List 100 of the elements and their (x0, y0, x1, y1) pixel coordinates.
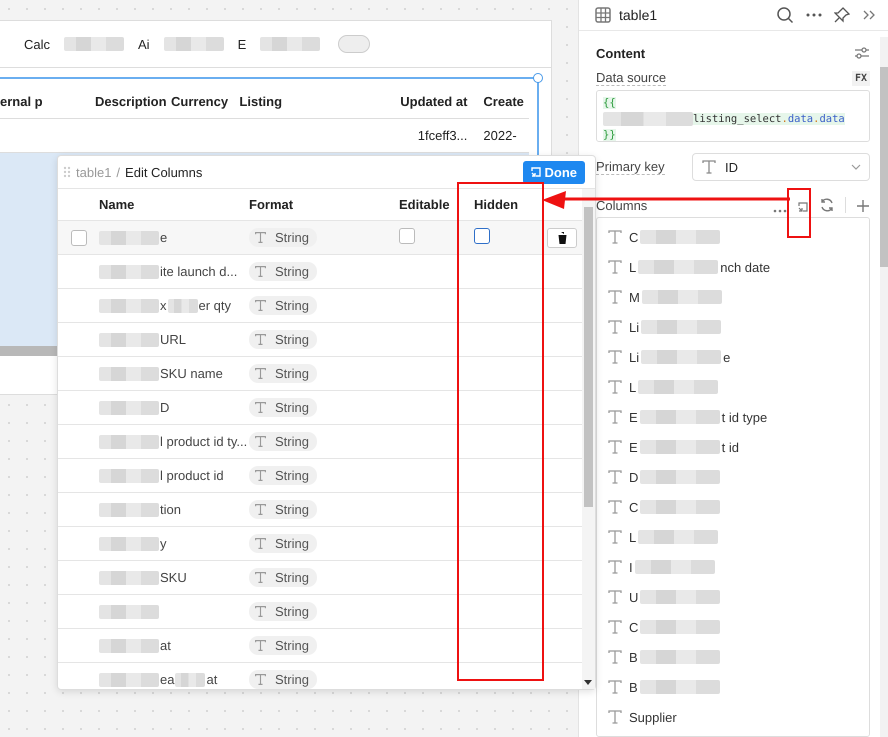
column-header: Format (249, 197, 294, 212)
refresh-icon[interactable] (819, 197, 835, 213)
column-name[interactable]: Supplier (629, 710, 677, 724)
scroll-down-icon[interactable] (584, 680, 592, 685)
column-name: l product id (160, 468, 224, 483)
column-name: D (160, 400, 170, 415)
scrollbar[interactable] (880, 37, 888, 737)
column-name[interactable]: Li (629, 350, 640, 364)
column-name[interactable]: C (629, 500, 638, 514)
text-type-icon (607, 709, 623, 725)
redacted-text (99, 604, 159, 618)
column-name[interactable]: nch date (720, 260, 770, 274)
hidden-checkbox[interactable] (474, 228, 490, 244)
redacted-text (99, 638, 159, 652)
text-type-icon (607, 469, 623, 485)
column-name[interactable]: D (629, 470, 638, 484)
format-tag[interactable]: String (249, 670, 317, 689)
column-name[interactable]: M (629, 290, 640, 304)
format-tag[interactable]: String (249, 500, 317, 519)
hovered-row[interactable]: e String (58, 221, 582, 255)
search-icon[interactable] (776, 6, 794, 24)
format-tag[interactable]: String (249, 534, 317, 553)
scrollbar[interactable] (0, 346, 60, 356)
column-name: x (160, 298, 166, 313)
redacted-text (99, 400, 159, 414)
column-name[interactable]: B (629, 650, 638, 664)
edit-columns-icon[interactable] (797, 201, 809, 213)
column-header: Name (99, 197, 136, 212)
editable-checkbox[interactable] (399, 228, 415, 244)
format-tag[interactable]: String (249, 228, 317, 247)
redacted-text (99, 264, 159, 278)
redacted-text (99, 502, 159, 516)
delete-button[interactable] (547, 228, 577, 248)
column-header: Hidden (474, 197, 520, 212)
redacted-text (99, 468, 159, 482)
text-type-icon (607, 649, 623, 665)
column-name[interactable]: L (629, 530, 636, 544)
text-type-icon (254, 639, 267, 652)
format-tag[interactable]: String (249, 330, 317, 349)
column-name[interactable]: I (629, 560, 633, 574)
column-name[interactable]: C (629, 230, 638, 244)
done-button[interactable]: Done (522, 160, 585, 184)
column-header: ernal p (0, 94, 44, 109)
section-title: Content (596, 46, 646, 60)
text-type-icon (607, 289, 623, 305)
format-tag[interactable]: String (249, 466, 317, 485)
drag-handle-icon[interactable] (63, 166, 71, 178)
redacted-text (168, 298, 198, 312)
redacted-text (99, 434, 159, 448)
field-label: Columns (596, 198, 648, 213)
column-name[interactable]: E (629, 410, 638, 424)
format-tag[interactable]: String (249, 568, 317, 587)
format-tag[interactable]: String (249, 602, 317, 621)
column-name[interactable]: t id (722, 440, 740, 454)
column-name[interactable]: B (629, 680, 638, 694)
column-name: ite launch d... (160, 264, 238, 279)
column-name: SKU name (160, 366, 223, 381)
table-cell-text: 1fceff3... (416, 128, 468, 143)
code-editor[interactable]: {{ listing_select.data.data }} (596, 90, 870, 142)
more-icon[interactable] (773, 209, 787, 213)
row-checkbox[interactable] (70, 230, 86, 246)
text-type-icon (607, 259, 623, 275)
scrollbar[interactable] (582, 189, 595, 689)
format-tag[interactable]: String (249, 398, 317, 417)
format-tag[interactable]: String (249, 364, 317, 383)
collapse-icon[interactable] (862, 9, 876, 21)
dialog-title: Edit Columns (125, 164, 202, 180)
pin-icon[interactable] (834, 7, 850, 23)
column-name: tion (160, 502, 181, 517)
text-type-icon (607, 229, 623, 245)
text-type-icon (607, 679, 623, 695)
column-name[interactable]: E (629, 440, 638, 454)
column-name[interactable]: C (629, 620, 638, 634)
text-type-icon (254, 673, 267, 686)
redacted-text (99, 570, 159, 584)
text-type-icon (607, 559, 623, 575)
column-name[interactable]: L (629, 260, 636, 274)
more-icon[interactable] (806, 13, 822, 17)
text-type-icon (607, 319, 623, 335)
settings-icon[interactable] (854, 46, 870, 60)
format-tag[interactable]: String (249, 262, 317, 281)
column-name[interactable]: Li (629, 320, 640, 334)
toggle-switch[interactable] (338, 35, 370, 53)
toolbar-label: Ai (138, 36, 150, 52)
text-type-icon (254, 333, 267, 346)
resize-handle[interactable] (533, 73, 543, 83)
column-name[interactable]: L (629, 380, 636, 394)
column-name[interactable]: t id type (722, 410, 768, 424)
column-name[interactable]: U (629, 590, 638, 604)
format-tag[interactable]: String (249, 432, 317, 451)
text-type-icon (607, 439, 623, 455)
column-name[interactable]: e (723, 350, 730, 364)
column-header: Description (95, 94, 168, 109)
plus-icon[interactable] (856, 199, 870, 213)
column-name: l product id ty... (160, 434, 248, 449)
format-tag[interactable]: String (249, 296, 317, 315)
format-tag[interactable]: String (249, 636, 317, 655)
redacted-text (99, 366, 159, 380)
fx-button[interactable]: FX (852, 70, 870, 86)
primary-key-select[interactable]: ID (692, 153, 870, 181)
